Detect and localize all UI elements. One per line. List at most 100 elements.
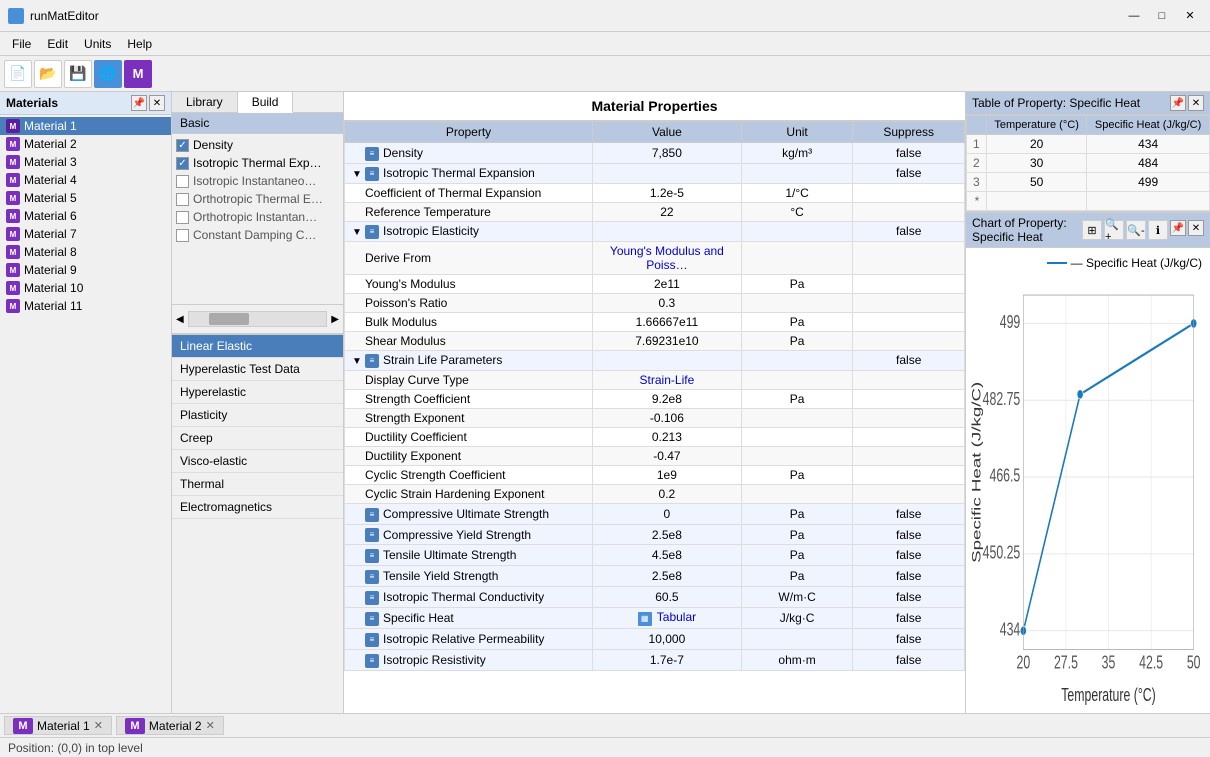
table-row[interactable]: Strength Coefficient9.2e8Pa xyxy=(345,389,965,408)
lib-item-2[interactable]: Isotropic Instantaneous Th… xyxy=(172,172,343,190)
prop-value-cell[interactable]: 0.2 xyxy=(593,484,742,503)
lib-category-0[interactable]: Linear Elastic xyxy=(172,335,343,358)
lib-category-2[interactable]: Hyperelastic xyxy=(172,381,343,404)
prop-value-cell[interactable]: 7,850 xyxy=(593,143,742,164)
table-row[interactable]: Ductility Coefficient0.213 xyxy=(345,427,965,446)
menu-help[interactable]: Help xyxy=(119,35,160,53)
menu-edit[interactable]: Edit xyxy=(39,35,76,53)
prop-value-cell[interactable]: 9.2e8 xyxy=(593,389,742,408)
table-row[interactable]: ≡Isotropic Resistivity1.7e-7ohm·mfalse xyxy=(345,649,965,670)
lib-item-3[interactable]: Orthotropic Thermal Expa… xyxy=(172,190,343,208)
prop-value-cell[interactable] xyxy=(593,350,742,370)
prop-value-cell[interactable]: 2.5e8 xyxy=(593,566,742,587)
heat-temp[interactable]: 50 xyxy=(987,173,1087,192)
table-row[interactable]: Reference Temperature22°C xyxy=(345,202,965,221)
prop-value-cell[interactable]: 4.5e8 xyxy=(593,545,742,566)
tree-item-5[interactable]: MMaterial 6 xyxy=(0,207,171,225)
tree-item-4[interactable]: MMaterial 5 xyxy=(0,189,171,207)
material-button[interactable]: M xyxy=(124,60,152,88)
tree-item-3[interactable]: MMaterial 4 xyxy=(0,171,171,189)
prop-value-cell[interactable]: 2.5e8 xyxy=(593,524,742,545)
lib-item-check-1[interactable]: ✓ xyxy=(176,157,189,170)
lib-category-4[interactable]: Creep xyxy=(172,427,343,450)
prop-value-cell[interactable] xyxy=(593,221,742,241)
prop-value-cell[interactable]: 0.3 xyxy=(593,293,742,312)
prop-value-cell[interactable]: 2e11 xyxy=(593,274,742,293)
scroll-left[interactable]: ◀ xyxy=(176,314,184,325)
chart-close-btn[interactable]: ✕ xyxy=(1188,220,1204,236)
tree-item-7[interactable]: MMaterial 8 xyxy=(0,243,171,261)
heat-value[interactable]: 484 xyxy=(1087,154,1210,173)
tabbar-item-0[interactable]: MMaterial 1✕ xyxy=(4,716,112,735)
menu-file[interactable]: File xyxy=(4,35,39,53)
save-button[interactable]: 💾 xyxy=(64,60,92,88)
prop-value-cell[interactable]: 0.213 xyxy=(593,427,742,446)
menu-units[interactable]: Units xyxy=(76,35,119,53)
prop-value-cell[interactable]: 0 xyxy=(593,503,742,524)
prop-value-cell[interactable]: -0.106 xyxy=(593,408,742,427)
table-row[interactable]: ≡Compressive Ultimate Strength0Pafalse xyxy=(345,503,965,524)
table-row[interactable]: ▼≡Isotropic Elasticityfalse xyxy=(345,221,965,241)
tree-item-8[interactable]: MMaterial 9 xyxy=(0,261,171,279)
tabbar-close-1[interactable]: ✕ xyxy=(206,719,215,732)
open-button[interactable]: 📂 xyxy=(34,60,62,88)
lib-item-4[interactable]: Orthotropic Instantaneous… xyxy=(172,208,343,226)
lib-category-3[interactable]: Plasticity xyxy=(172,404,343,427)
table-row[interactable]: ≡Isotropic Relative Permeability10,000fa… xyxy=(345,628,965,649)
close-button[interactable]: ✕ xyxy=(1178,6,1202,26)
heat-temp[interactable]: 30 xyxy=(987,154,1087,173)
lib-item-check-2[interactable] xyxy=(176,175,189,188)
lib-item-check-4[interactable] xyxy=(176,211,189,224)
prop-value-cell[interactable]: 10,000 xyxy=(593,628,742,649)
tree-pin-button[interactable]: 📌 xyxy=(131,95,147,111)
prop-value-cell[interactable]: -0.47 xyxy=(593,446,742,465)
lib-category-1[interactable]: Hyperelastic Test Data xyxy=(172,358,343,381)
lib-category-6[interactable]: Thermal xyxy=(172,473,343,496)
scroll-right[interactable]: ▶ xyxy=(331,314,339,325)
prop-value-cell[interactable]: ▦ Tabular xyxy=(593,607,742,628)
prop-value-cell[interactable]: 7.69231e10 xyxy=(593,331,742,350)
prop-value-cell[interactable]: 1.66667e11 xyxy=(593,312,742,331)
table-row[interactable]: ▼≡Strain Life Parametersfalse xyxy=(345,350,965,370)
prop-value-cell[interactable]: 1e9 xyxy=(593,465,742,484)
lib-item-5[interactable]: Constant Damping Coeffi… xyxy=(172,226,343,244)
minimize-button[interactable]: — xyxy=(1122,6,1146,26)
table-row[interactable]: Cyclic Strain Hardening Exponent0.2 xyxy=(345,484,965,503)
prop-value-cell[interactable]: Young's Modulus and Poiss… xyxy=(593,241,742,274)
chart-pin-btn[interactable]: 📌 xyxy=(1170,220,1186,236)
lib-item-check-5[interactable] xyxy=(176,229,189,242)
lib-category-5[interactable]: Visco-elastic xyxy=(172,450,343,473)
table-row[interactable]: Strength Exponent-0.106 xyxy=(345,408,965,427)
table-row[interactable]: Derive FromYoung's Modulus and Poiss… xyxy=(345,241,965,274)
tree-item-1[interactable]: MMaterial 2 xyxy=(0,135,171,153)
tree-item-10[interactable]: MMaterial 11 xyxy=(0,297,171,315)
table-row[interactable]: ≡Specific Heat▦ TabularJ/kg·Cfalse xyxy=(345,607,965,628)
chart-zoom-out-btn[interactable]: 🔍- xyxy=(1126,220,1146,240)
heat-value[interactable]: 499 xyxy=(1087,173,1210,192)
heat-table-row[interactable]: 350499 xyxy=(967,173,1210,192)
table-row[interactable]: Poisson's Ratio0.3 xyxy=(345,293,965,312)
globe-button[interactable]: 🌐 xyxy=(94,60,122,88)
chart-fit-btn[interactable]: ⊞ xyxy=(1082,220,1102,240)
lib-category-7[interactable]: Electromagnetics xyxy=(172,496,343,519)
prop-value-cell[interactable] xyxy=(593,163,742,183)
table-row[interactable]: ≡Isotropic Thermal Conductivity60.5W/m·C… xyxy=(345,587,965,608)
tree-item-6[interactable]: MMaterial 7 xyxy=(0,225,171,243)
prop-value-cell[interactable]: 1.7e-7 xyxy=(593,649,742,670)
heat-table-row[interactable]: 230484 xyxy=(967,154,1210,173)
lib-item-check-3[interactable] xyxy=(176,193,189,206)
chart-zoom-in-btn[interactable]: 🔍+ xyxy=(1104,220,1124,240)
table-row[interactable]: Display Curve TypeStrain-Life xyxy=(345,370,965,389)
heat-value[interactable]: 434 xyxy=(1087,135,1210,154)
table-pin-btn[interactable]: 📌 xyxy=(1170,95,1186,111)
table-row[interactable]: Coefficient of Thermal Expansion1.2e-51/… xyxy=(345,183,965,202)
table-row[interactable]: ≡Tensile Ultimate Strength4.5e8Pafalse xyxy=(345,545,965,566)
table-row[interactable]: Cyclic Strength Coefficient1e9Pa xyxy=(345,465,965,484)
tabbar-item-1[interactable]: MMaterial 2✕ xyxy=(116,716,224,735)
tree-close-button[interactable]: ✕ xyxy=(149,95,165,111)
table-row[interactable]: ▼≡Isotropic Thermal Expansionfalse xyxy=(345,163,965,183)
prop-value-cell[interactable]: Strain-Life xyxy=(593,370,742,389)
chart-info-btn[interactable]: ℹ xyxy=(1148,220,1168,240)
prop-value-cell[interactable]: 1.2e-5 xyxy=(593,183,742,202)
lib-scrollbar-thumb[interactable] xyxy=(209,313,249,325)
